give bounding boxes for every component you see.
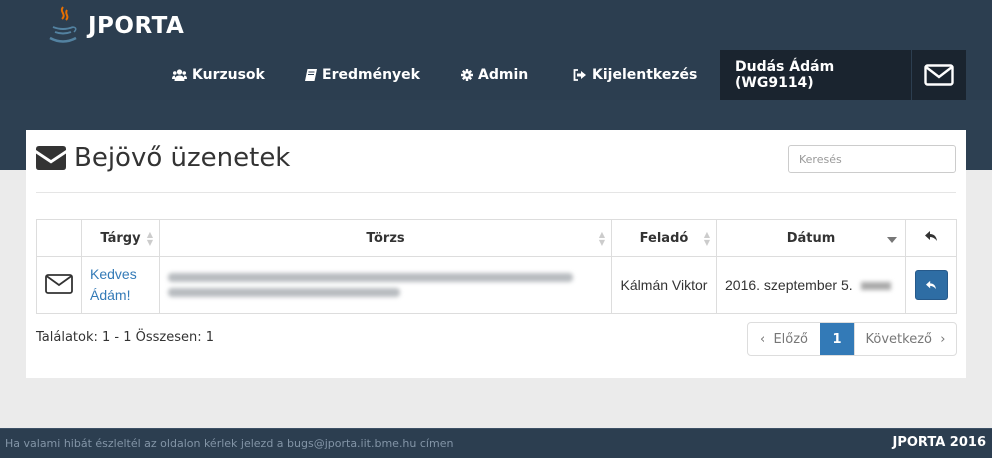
brand[interactable]: JPORTA — [46, 4, 184, 48]
messages-panel: Bejövő üzenetek Tárgy ▲▼ Törzs ▲▼ Feladó ▲▼… — [26, 130, 966, 378]
nav-messages-button[interactable] — [911, 50, 966, 100]
pagination: ‹ Előző 1 Következő › — [747, 322, 957, 356]
reply-button[interactable] — [914, 270, 948, 300]
column-icon-header — [36, 219, 82, 257]
nav-menu: Kurzusok Eredmények Admin Kijelentkezés … — [0, 50, 992, 100]
prev-page-button[interactable]: ‹ Előző — [748, 323, 820, 355]
brand-text: JPORTA — [88, 13, 185, 39]
message-envelope-cell — [36, 256, 82, 314]
column-reply-header — [905, 219, 957, 257]
nav-logout[interactable]: Kijelentkezés — [573, 50, 697, 100]
message-subject-link[interactable]: Kedves Ádám! — [81, 256, 160, 314]
sign-out-icon — [573, 69, 587, 81]
sort-icon: ▲ ▼ — [598, 230, 605, 247]
search-input[interactable] — [788, 145, 956, 173]
java-logo-icon — [49, 6, 77, 43]
prev-page-label: Előző — [773, 331, 809, 347]
nav-user[interactable]: Dudás Ádám (WG9114) — [720, 50, 911, 100]
book-icon — [305, 69, 317, 81]
sort-icon: ▲ ▼ — [146, 230, 153, 247]
chevron-right-icon: › — [932, 331, 946, 347]
table-header-row: Tárgy ▲ ▼ Törzs ▲ ▼ Feladó ▲ ▼ Dátum — [36, 219, 957, 257]
footer-copyright: JPORTA 2016 — [892, 435, 986, 450]
column-subject-header[interactable]: Tárgy ▲ ▼ — [81, 219, 160, 257]
column-body-header[interactable]: Törzs ▲ ▼ — [159, 219, 612, 257]
reply-icon — [926, 280, 936, 290]
message-date: 2016. szeptember 5. — [725, 277, 853, 293]
navbar: JPORTA Kurzusok Eredmények Admin Kijelen… — [0, 0, 992, 100]
messages-table: Tárgy ▲ ▼ Törzs ▲ ▼ Feladó ▲ ▼ Dátum Kedves Ád… — [36, 219, 957, 314]
nav-courses[interactable]: Kurzusok — [172, 50, 265, 100]
divider — [36, 192, 956, 193]
page-title-text: Bejövő üzenetek — [74, 143, 291, 173]
users-icon — [172, 69, 187, 81]
message-date-cell: 2016. szeptember 5. — [716, 256, 906, 314]
reply-cell — [905, 256, 957, 314]
nav-results[interactable]: Eredmények — [305, 50, 420, 100]
sort-desc-icon — [887, 237, 897, 243]
results-summary: Találatok: 1 - 1 Összesen: 1 — [36, 330, 215, 345]
message-sender: Kálmán Viktor — [611, 256, 717, 314]
next-page-button[interactable]: Következő › — [854, 323, 956, 355]
next-page-label: Következő — [865, 331, 932, 347]
column-date-header[interactable]: Dátum — [716, 219, 906, 257]
nav-admin-label: Admin — [478, 67, 529, 83]
chevron-left-icon: ‹ — [759, 331, 774, 347]
gear-icon — [461, 69, 473, 81]
column-date-label: Dátum — [786, 230, 836, 246]
footer-bug-note: Ha valami hibát észleltél az oldalon kér… — [5, 437, 454, 450]
nav-courses-label: Kurzusok — [192, 67, 265, 83]
envelope-icon — [924, 64, 954, 86]
footer: Ha valami hibát észleltél az oldalon kér… — [0, 428, 992, 458]
reply-icon — [925, 231, 937, 241]
message-body-redacted — [159, 256, 612, 314]
envelope-icon — [36, 146, 66, 170]
nav-results-label: Eredmények — [322, 67, 420, 83]
message-time-redacted — [860, 282, 891, 291]
page-title: Bejövő üzenetek — [36, 140, 290, 176]
column-sender-label: Feladó — [639, 230, 689, 246]
column-body-label: Törzs — [366, 230, 405, 246]
table-row[interactable]: Kedves Ádám! Kálmán Viktor 2016. szeptem… — [36, 256, 957, 314]
nav-logout-label: Kijelentkezés — [592, 67, 698, 83]
envelope-icon — [45, 273, 73, 294]
column-subject-label: Tárgy — [100, 230, 141, 246]
nav-admin[interactable]: Admin — [461, 50, 528, 100]
column-sender-header[interactable]: Feladó ▲ ▼ — [611, 219, 717, 257]
sort-icon: ▲ ▼ — [703, 230, 710, 247]
page-1-button[interactable]: 1 — [820, 323, 854, 355]
